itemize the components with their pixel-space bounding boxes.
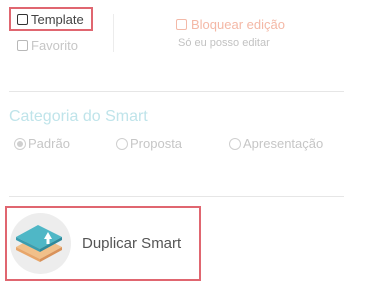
radio-padrao-label[interactable]: Padrão <box>28 136 70 151</box>
template-checkbox[interactable] <box>17 14 28 25</box>
section-divider-bottom <box>9 196 344 197</box>
categoria-title: Categoria do Smart <box>9 108 148 125</box>
duplicate-highlight <box>5 206 201 281</box>
smart-settings-panel: Template Favorito Bloquear edição Só eu … <box>0 0 367 291</box>
section-divider-top <box>9 91 344 92</box>
radio-apresentacao-label[interactable]: Apresentação <box>243 136 323 151</box>
bloquear-hint: Só eu posso editar <box>178 37 270 49</box>
template-label[interactable]: Template <box>31 12 84 27</box>
radio-proposta[interactable] <box>116 138 128 150</box>
radio-apresentacao[interactable] <box>229 138 241 150</box>
bloquear-checkbox[interactable] <box>176 19 187 30</box>
favorito-checkbox[interactable] <box>17 40 28 51</box>
bloquear-label[interactable]: Bloquear edição <box>191 17 285 32</box>
radio-padrao[interactable] <box>14 138 26 150</box>
vertical-divider <box>113 14 114 52</box>
radio-proposta-label[interactable]: Proposta <box>130 136 182 151</box>
favorito-label[interactable]: Favorito <box>31 38 78 53</box>
